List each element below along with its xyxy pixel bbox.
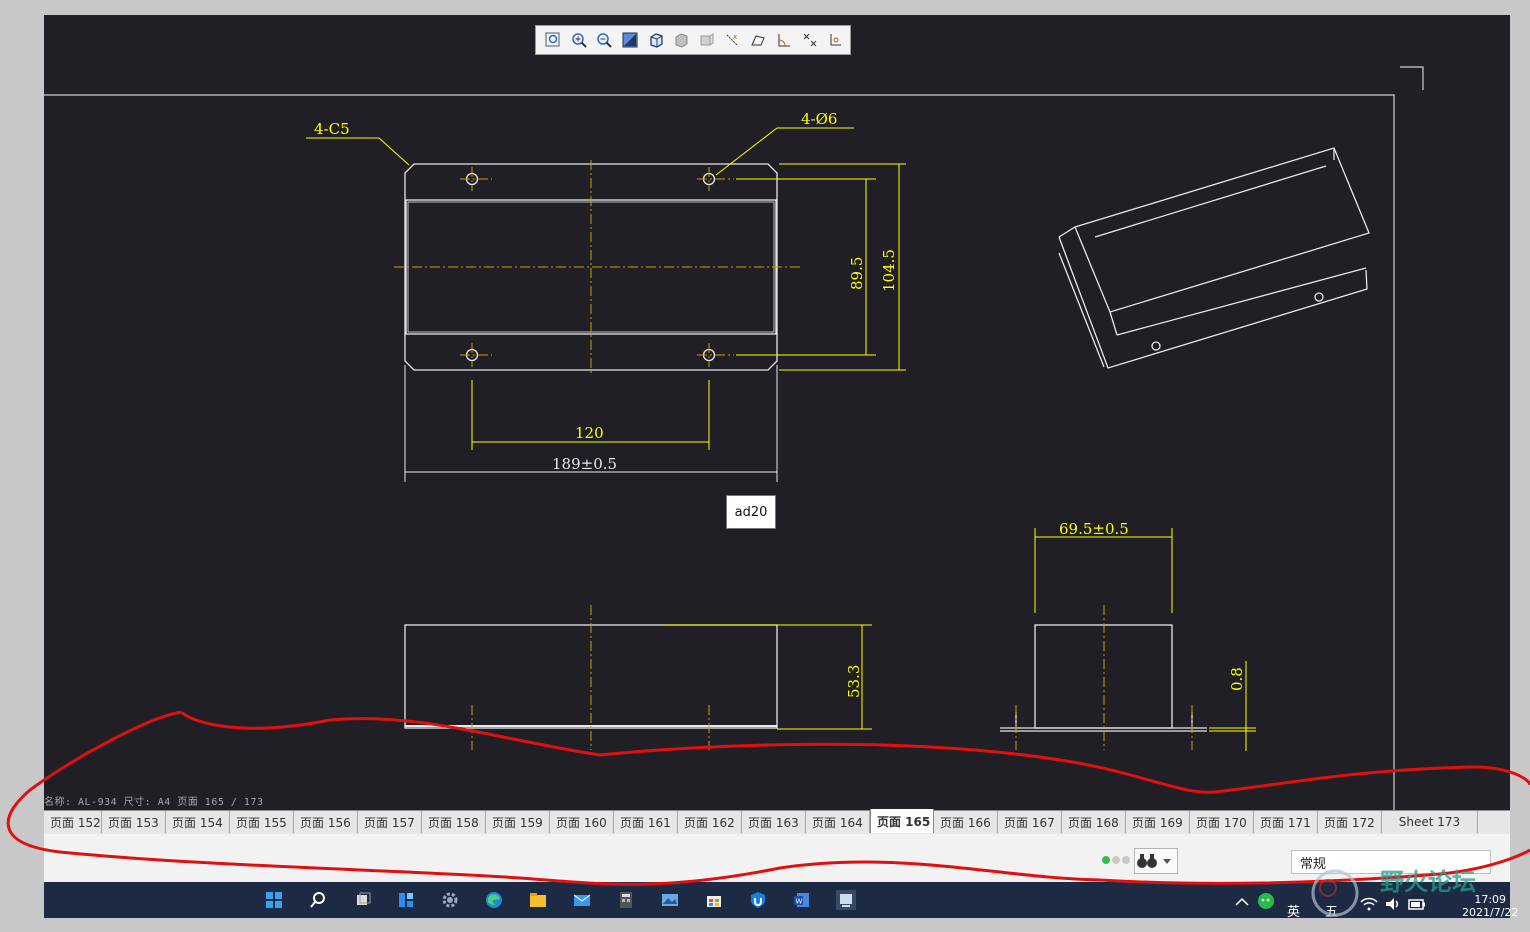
measure-coordinate-icon <box>830 34 842 46</box>
shaded-cube-icon <box>675 33 688 48</box>
page-tab[interactable]: 页面 171 <box>1254 811 1318 833</box>
dim-label-total-height: 104.5 <box>880 249 898 292</box>
wireframe-view-button[interactable] <box>696 29 718 51</box>
mail-icon[interactable] <box>572 890 592 910</box>
page-tab[interactable]: 页面 166 <box>934 811 998 833</box>
page-tab[interactable]: 页面 160 <box>550 811 614 833</box>
zoom-window-button[interactable] <box>542 29 564 51</box>
page-tab[interactable]: 页面 162 <box>678 811 742 833</box>
view-cube-button[interactable] <box>645 29 667 51</box>
page-tab[interactable]: 页面 172 <box>1318 811 1382 833</box>
dim-label-side-height: 53.3 <box>845 665 863 698</box>
page-tab[interactable]: 页面 169 <box>1126 811 1190 833</box>
page-tab[interactable]: 页面 154 <box>166 811 230 833</box>
page-tab[interactable]: 页面 158 <box>422 811 486 833</box>
connection-status-icon <box>1102 856 1130 864</box>
page-tab[interactable]: 页面 161 <box>614 811 678 833</box>
photos-icon[interactable] <box>660 890 680 910</box>
page-tab[interactable]: 页面 156 <box>294 811 358 833</box>
shaded-view-button[interactable] <box>670 29 692 51</box>
measure-coordinate-button[interactable] <box>824 29 846 51</box>
page-tab[interactable]: 页面 170 <box>1190 811 1254 833</box>
view-toolbar: x <box>535 25 851 55</box>
page-tab[interactable]: 页面 152 <box>44 811 102 833</box>
zoom-out-icon <box>597 33 612 48</box>
chevron-up-icon[interactable] <box>1232 892 1252 912</box>
dim-label-total-width: 189±0.5 <box>552 455 617 473</box>
word-icon[interactable]: W <box>792 890 812 910</box>
zoom-extents-icon <box>622 32 638 48</box>
measure-angle-button[interactable] <box>773 29 795 51</box>
isometric-view <box>1058 147 1370 369</box>
top-view-centerlines <box>394 160 802 375</box>
page-tab[interactable]: 页面 159 <box>486 811 550 833</box>
security-shield-icon[interactable] <box>748 890 768 910</box>
svg-text:W: W <box>796 898 803 906</box>
page-tab[interactable]: 页面 168 <box>1062 811 1126 833</box>
cad-viewer-window: 4-C5 4-Ø6 89.5 104.5 120 189±0.5 53.3 69… <box>44 15 1518 920</box>
measure-distance-button[interactable]: x <box>722 29 744 51</box>
svg-text:x: x <box>733 33 737 41</box>
page-tab[interactable]: 页面 167 <box>998 811 1062 833</box>
task-view-icon[interactable] <box>353 890 373 910</box>
page-tab[interactable]: 页面 155 <box>230 811 294 833</box>
chevron-down-icon <box>1163 859 1171 864</box>
drawing-canvas[interactable]: 4-C5 4-Ø6 89.5 104.5 120 189±0.5 53.3 69… <box>44 15 1510 810</box>
page-tab[interactable]: 页面 165 <box>870 809 934 833</box>
dim-label-chamfer: 4-C5 <box>314 120 350 138</box>
side-view-dimensions <box>1034 528 1256 751</box>
dim-label-thickness: 0.8 <box>1228 667 1246 691</box>
drawing-info-line: 名称: AL-934 尺寸: A4 页面 165 / 173 <box>44 797 264 808</box>
store-icon[interactable] <box>704 890 724 910</box>
widgets-icon[interactable] <box>396 890 416 910</box>
page-tab[interactable]: 页面 153 <box>102 811 166 833</box>
dim-label-end-width: 69.5±0.5 <box>1059 520 1129 538</box>
clear-measure-button[interactable] <box>799 29 821 51</box>
page-tab[interactable]: 页面 157 <box>358 811 422 833</box>
dim-label-holes: 4-Ø6 <box>801 110 837 128</box>
dim-label-hole-height: 89.5 <box>848 257 866 290</box>
search-icon[interactable] <box>308 890 328 910</box>
front-view-dimensions <box>664 624 872 730</box>
measure-angle-icon <box>778 34 790 47</box>
zoom-window-icon <box>545 32 560 47</box>
front-view <box>404 624 778 729</box>
zoom-in-button[interactable] <box>568 29 590 51</box>
find-button[interactable] <box>1134 848 1178 874</box>
page-tab[interactable]: 页面 164 <box>806 811 870 833</box>
top-view-dimensions <box>306 127 906 450</box>
cad-viewer-app-icon[interactable] <box>836 890 856 910</box>
block-tag-label: ad20 <box>726 495 776 529</box>
edge-browser-icon[interactable] <box>484 890 504 910</box>
binoculars-icon <box>1137 854 1157 868</box>
zoom-out-button[interactable] <box>593 29 615 51</box>
settings-gear-icon[interactable] <box>440 890 460 910</box>
watermark-text: 野火论坛 <box>1380 867 1476 896</box>
cube-icon <box>649 33 663 48</box>
windows-start-icon[interactable] <box>264 890 284 910</box>
measure-area-icon <box>751 35 765 46</box>
calculator-icon[interactable] <box>616 890 636 910</box>
measure-distance-icon: x <box>726 33 737 46</box>
zoom-in-icon <box>571 33 587 48</box>
measure-area-button[interactable] <box>747 29 769 51</box>
zoom-extents-button[interactable] <box>619 29 641 51</box>
forum-watermark: 野火论坛 <box>1270 848 1530 928</box>
page-tab[interactable]: 页面 163 <box>742 811 806 833</box>
clear-measure-icon <box>803 33 816 47</box>
dim-label-hole-spacing: 120 <box>575 424 604 442</box>
page-tab-bar: 页面 152 页面 153 页面 154 页面 155 页面 156 页面 157 页面 1… <box>44 809 1510 834</box>
file-explorer-icon[interactable] <box>528 890 548 910</box>
page-tab[interactable]: Sheet 173 <box>1382 811 1478 833</box>
sheet-corner-mark <box>1400 66 1424 90</box>
wireframe-cube-icon <box>700 33 714 46</box>
